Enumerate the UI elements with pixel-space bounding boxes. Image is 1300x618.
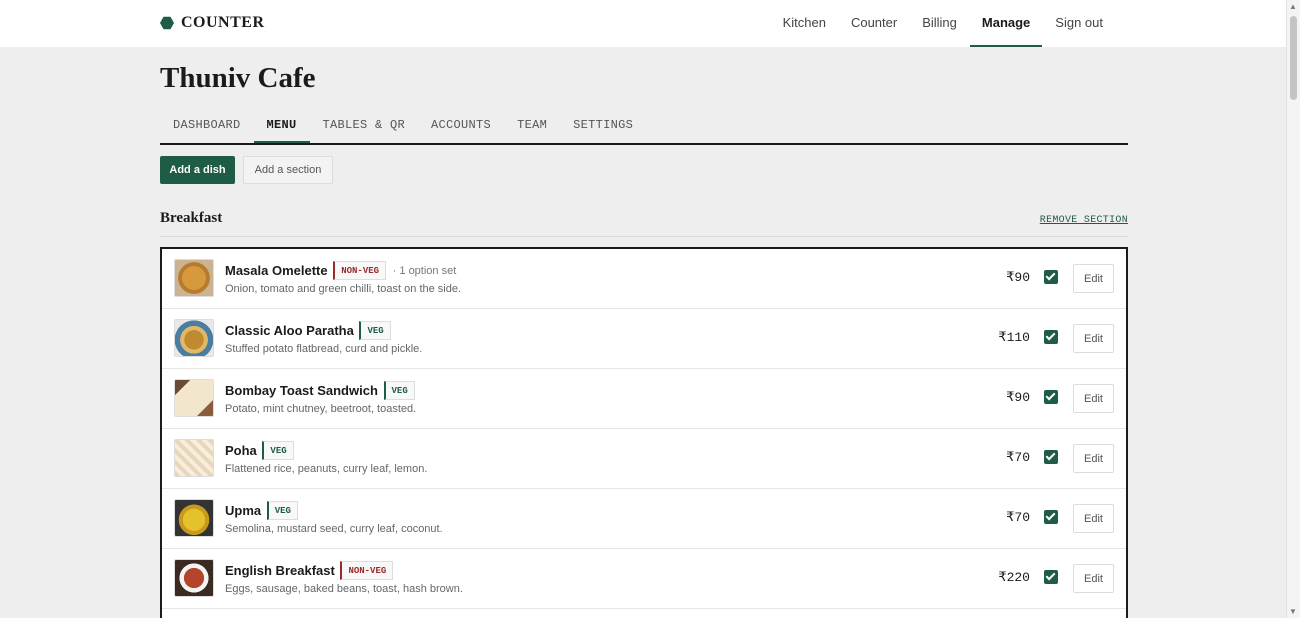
edit-dish-button[interactable]: Edit xyxy=(1073,444,1114,473)
diet-badge: VEG xyxy=(262,441,294,460)
tab-menu[interactable]: MENU xyxy=(253,108,310,143)
dish-thumbnail xyxy=(174,499,214,537)
dish-row: English Breakfast NON-VEG Eggs, sausage,… xyxy=(162,549,1126,609)
manage-tabs: DASHBOARD MENU TABLES & QR ACCOUNTS TEAM… xyxy=(160,108,1128,145)
add-section-button[interactable]: Add a section xyxy=(243,156,333,184)
edit-dish-button[interactable]: Edit xyxy=(1073,384,1114,413)
tab-accounts[interactable]: ACCOUNTS xyxy=(418,108,504,143)
tab-tables-qr[interactable]: TABLES & QR xyxy=(310,108,419,143)
nav-kitchen[interactable]: Kitchen xyxy=(771,0,838,47)
scroll-down-arrow-icon[interactable]: ▼ xyxy=(1289,607,1297,616)
checkmark-icon xyxy=(1045,390,1056,401)
diet-badge: NON-VEG xyxy=(333,261,387,280)
remove-section-link[interactable]: REMOVE SECTION xyxy=(1040,215,1128,226)
checkmark-icon xyxy=(1045,330,1056,341)
dish-row: Poha VEG Flattened rice, peanuts, curry … xyxy=(162,429,1126,489)
section-divider xyxy=(160,236,1128,237)
dish-price: ₹70 xyxy=(1006,510,1030,525)
dish-name-line: English Breakfast NON-VEG xyxy=(225,561,394,580)
dish-name-line: Upma VEG xyxy=(225,501,298,520)
dish-description: Onion, tomato and green chilli, toast on… xyxy=(225,283,462,295)
dish-row: Bombay Toast Sandwich VEG Potato, mint c… xyxy=(162,369,1126,429)
dish-thumbnail xyxy=(174,319,214,357)
availability-checkbox[interactable] xyxy=(1044,570,1058,584)
nav-sign-out[interactable]: Sign out xyxy=(1043,0,1115,47)
page-title: Thuniv Cafe xyxy=(160,62,316,94)
diet-badge: VEG xyxy=(359,321,391,340)
edit-dish-button[interactable]: Edit xyxy=(1073,504,1114,533)
diet-badge: VEG xyxy=(383,381,415,400)
scroll-thumb[interactable] xyxy=(1290,16,1297,100)
dish-row: Upma VEG Semolina, mustard seed, curry l… xyxy=(162,489,1126,549)
checkmark-icon xyxy=(1045,570,1056,581)
main-nav: Kitchen Counter Billing Manage Sign out xyxy=(770,0,1115,47)
dish-description: Semolina, mustard seed, curry leaf, coco… xyxy=(225,523,443,535)
dish-row: Classic Aloo Paratha VEG Stuffed potato … xyxy=(162,309,1126,369)
checkmark-icon xyxy=(1045,510,1056,521)
scroll-up-arrow-icon[interactable]: ▲ xyxy=(1289,2,1297,11)
section-title: Breakfast xyxy=(160,210,223,226)
checkmark-icon xyxy=(1045,270,1056,281)
availability-checkbox[interactable] xyxy=(1044,450,1058,464)
nav-manage[interactable]: Manage xyxy=(969,0,1043,47)
dish-name: Bombay Toast Sandwich xyxy=(225,383,378,398)
nav-billing[interactable]: Billing xyxy=(910,0,969,47)
dish-name-line: Classic Aloo Paratha VEG xyxy=(225,321,391,340)
dish-description: Eggs, sausage, baked beans, toast, hash … xyxy=(225,583,463,595)
checkmark-icon xyxy=(1045,450,1056,461)
dish-name-line: Bombay Toast Sandwich VEG xyxy=(225,381,415,400)
dish-name: Poha xyxy=(225,443,257,458)
tab-team[interactable]: TEAM xyxy=(504,108,560,143)
tab-settings[interactable]: SETTINGS xyxy=(560,108,646,143)
dish-name: English Breakfast xyxy=(225,563,335,578)
hexagon-logo-icon xyxy=(160,16,174,30)
diet-badge: NON-VEG xyxy=(340,561,394,580)
dish-thumbnail xyxy=(174,379,214,417)
dish-price: ₹110 xyxy=(998,330,1030,345)
edit-dish-button[interactable]: Edit xyxy=(1073,264,1114,293)
top-nav-bar: COUNTER Kitchen Counter Billing Manage S… xyxy=(0,0,1286,47)
dish-thumbnail xyxy=(174,439,214,477)
tab-dashboard[interactable]: DASHBOARD xyxy=(160,108,254,143)
dish-list: Masala Omelette NON-VEG · 1 option set O… xyxy=(160,247,1128,618)
availability-checkbox[interactable] xyxy=(1044,390,1058,404)
availability-checkbox[interactable] xyxy=(1044,510,1058,524)
brand[interactable]: COUNTER xyxy=(160,14,265,32)
dish-price: ₹70 xyxy=(1006,450,1030,465)
dish-description: Stuffed potato flatbread, curd and pickl… xyxy=(225,343,423,355)
page-scrollbar[interactable]: ▲ ▼ xyxy=(1286,0,1300,618)
dish-description: Flattened rice, peanuts, curry leaf, lem… xyxy=(225,463,428,475)
add-dish-button[interactable]: Add a dish xyxy=(160,156,235,184)
dish-row: Masala Omelette NON-VEG · 1 option set O… xyxy=(162,249,1126,309)
dish-name: Classic Aloo Paratha xyxy=(225,323,354,338)
dish-price: ₹220 xyxy=(998,570,1030,585)
dish-price: ₹90 xyxy=(1006,270,1030,285)
dish-thumbnail xyxy=(174,559,214,597)
dish-price: ₹90 xyxy=(1006,390,1030,405)
dish-name: Masala Omelette xyxy=(225,263,328,278)
nav-counter[interactable]: Counter xyxy=(839,0,909,47)
dish-thumbnail xyxy=(174,259,214,297)
dish-name-line: Poha VEG xyxy=(225,441,294,460)
availability-checkbox[interactable] xyxy=(1044,270,1058,284)
edit-dish-button[interactable]: Edit xyxy=(1073,564,1114,593)
availability-checkbox[interactable] xyxy=(1044,330,1058,344)
dish-description: Potato, mint chutney, beetroot, toasted. xyxy=(225,403,417,415)
dish-name: Upma xyxy=(225,503,262,518)
diet-badge: VEG xyxy=(266,501,298,520)
brand-name: COUNTER xyxy=(181,14,265,31)
edit-dish-button[interactable]: Edit xyxy=(1073,324,1114,353)
option-set-count: · 1 option set xyxy=(392,264,457,277)
dish-name-line: Masala Omelette NON-VEG · 1 option set xyxy=(225,261,456,280)
